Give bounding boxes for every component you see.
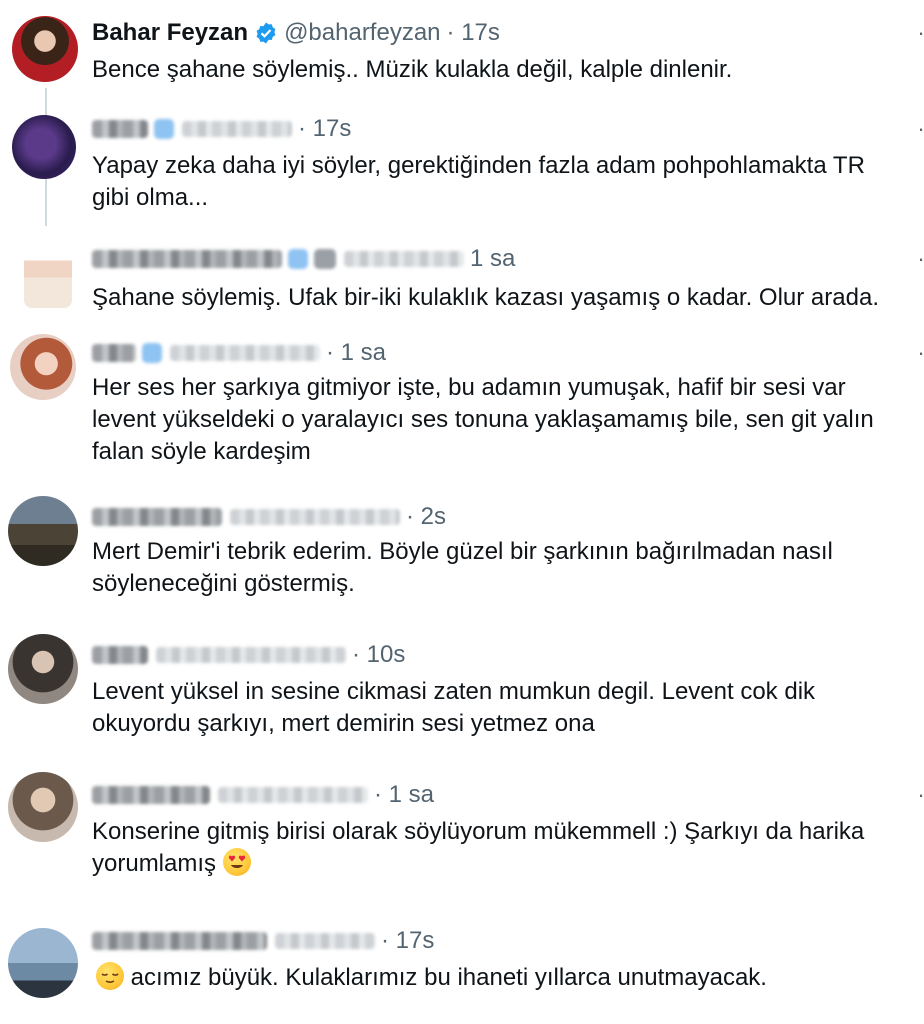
more-icon[interactable]: ·· <box>917 116 924 142</box>
blurred-author-name <box>92 932 267 950</box>
heart-eyes-emoji <box>222 848 251 876</box>
blurred-author-name <box>92 344 136 362</box>
more-icon[interactable]: ·· <box>917 246 924 272</box>
avatar[interactable] <box>12 16 78 82</box>
avatar[interactable] <box>24 240 72 308</box>
post-time[interactable]: · 1 sa <box>326 339 386 367</box>
blurred-author-name <box>92 508 222 526</box>
post-time[interactable]: · 17s <box>447 19 500 47</box>
post-text-body: Konserine gitmiş birisi olarak söylüyoru… <box>92 818 865 877</box>
post-text: acımız büyük. Kulaklarımız bu ihaneti yı… <box>96 962 916 994</box>
post-text-body: acımız büyük. Kulaklarımız bu ihaneti yı… <box>130 964 767 991</box>
post-time[interactable]: · 10s <box>352 641 405 669</box>
blurred-author-handle <box>275 933 375 949</box>
blurred-verified-icon <box>142 343 162 363</box>
post-text: Mert Demir'i tebrik ederim. Böyle güzel … <box>92 538 833 597</box>
blurred-author-handle <box>156 647 346 663</box>
blurred-author-name <box>92 646 148 664</box>
avatar[interactable] <box>8 634 78 704</box>
blurred-author-handle <box>344 251 464 267</box>
more-icon[interactable]: ·· <box>917 340 924 366</box>
more-icon[interactable]: ·· <box>917 20 924 46</box>
post-time[interactable]: · 1 sa <box>374 781 434 809</box>
blurred-author-handle <box>170 345 320 361</box>
avatar[interactable] <box>8 772 78 842</box>
avatar[interactable] <box>8 496 78 566</box>
blurred-author-handle <box>218 787 368 803</box>
avatar[interactable] <box>12 115 76 179</box>
more-icon[interactable]: ·· <box>917 782 924 808</box>
blurred-author-name <box>92 250 282 268</box>
blurred-author-handle <box>182 121 292 137</box>
relieved-emoji <box>96 962 124 990</box>
post-text: Yapay zeka daha iyi söyler, gerektiğinde… <box>92 152 865 211</box>
post-text: Her ses her şarkıya gitmiyor işte, bu ad… <box>92 374 874 465</box>
author-handle[interactable]: @baharfeyzan <box>284 19 440 47</box>
blurred-flag-icon <box>314 249 336 269</box>
author-name[interactable]: Bahar Feyzan <box>92 19 248 47</box>
avatar[interactable] <box>10 334 76 400</box>
post-text: Levent yüksel in sesine cikmasi zaten mu… <box>92 678 816 737</box>
post-text: Bence şahane söylemiş.. Müzik kulakla de… <box>92 56 733 83</box>
post-text: Şahane söylemiş. Ufak bir-iki kulaklık k… <box>92 284 879 311</box>
post-time[interactable]: · 17s <box>381 927 434 955</box>
blurred-verified-icon <box>154 119 174 139</box>
blurred-author-name <box>92 120 148 138</box>
post-time[interactable]: · 2s <box>406 503 446 531</box>
verified-badge-icon <box>256 22 276 44</box>
post-time[interactable]: · 17s <box>298 115 351 143</box>
blurred-author-handle <box>230 509 400 525</box>
blurred-author-name <box>92 786 210 804</box>
post-text: Konserine gitmiş birisi olarak söylüyoru… <box>92 816 912 880</box>
blurred-verified-icon <box>288 249 308 269</box>
avatar[interactable] <box>8 928 78 998</box>
post-time[interactable]: 1 sa <box>470 245 515 273</box>
